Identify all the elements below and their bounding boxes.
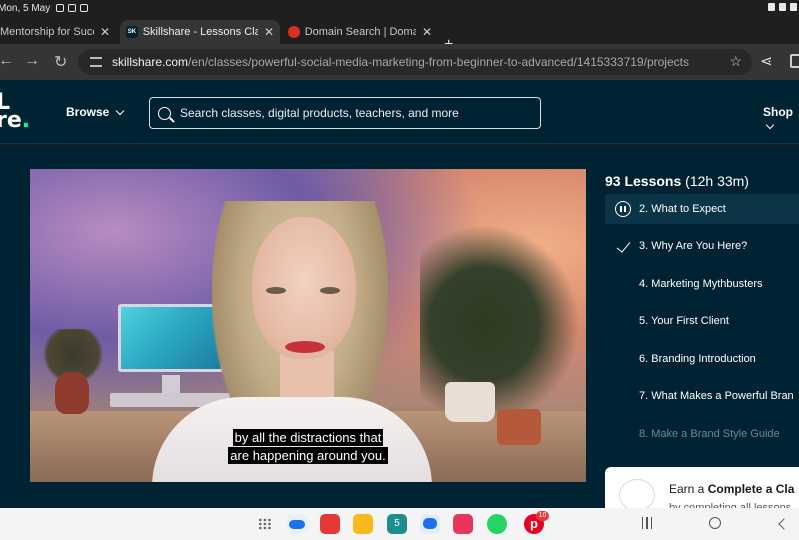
chat-icon[interactable]	[420, 514, 440, 534]
certificate-bold: Complete a Cla	[707, 482, 795, 496]
url-path: /en/classes/powerful-social-media-market…	[188, 55, 689, 69]
class-page: by all the distractions that are happeni…	[0, 145, 799, 527]
lesson-item-4[interactable]: 4. Marketing Mythbusters	[605, 269, 799, 299]
search-input[interactable]: Search classes, digital products, teache…	[149, 97, 541, 129]
certificate-icon	[619, 479, 655, 511]
logo-bottom-text: re	[0, 108, 22, 133]
shop-label: Shop	[763, 105, 793, 119]
screen: Mon, 5 May Mentorship for Success | ✕ SK…	[0, 0, 799, 540]
lesson-label: 4. Marketing Mythbusters	[639, 278, 763, 290]
taskbar: 5 p 10	[0, 508, 799, 540]
snapchat-icon	[80, 4, 89, 12]
video-presenter-eye	[320, 287, 340, 294]
lesson-label: 7. What Makes a Powerful Bran	[639, 390, 794, 402]
share-icon[interactable]: ⋖	[760, 52, 773, 70]
search-icon	[158, 106, 171, 120]
lesson-label: 5. Your First Client	[639, 315, 729, 327]
lesson-item-2[interactable]: 2. What to Expect	[605, 194, 799, 224]
browse-menu-button[interactable]: Browse	[66, 105, 125, 119]
bookmark-star-icon[interactable]: ☆	[729, 53, 742, 70]
tab-title: Skillshare - Lessons Clas	[142, 26, 258, 38]
status-bar: Mon, 5 May	[0, 0, 799, 16]
lesson-item-6[interactable]: 6. Branding Introduction	[605, 344, 799, 374]
apps-grid-icon[interactable]	[258, 518, 272, 530]
whatsapp-icon[interactable]	[487, 514, 507, 534]
forward-icon[interactable]: →	[24, 52, 40, 70]
lesson-item-7[interactable]: 7. What Makes a Powerful Bran	[605, 381, 799, 411]
url-field[interactable]: skillshare.com/en/classes/powerful-socia…	[78, 49, 752, 75]
lesson-label: 8. Make a Brand Style Guide	[639, 428, 780, 440]
pause-icon	[615, 201, 631, 217]
domain-favicon-icon	[288, 26, 300, 38]
recents-icon[interactable]	[642, 517, 652, 529]
chevron-down-icon	[116, 106, 125, 115]
certificate-prefix: Earn a	[669, 482, 708, 496]
tab-title: Domain Search | Domain	[304, 26, 416, 38]
caption-line: are happening around you.	[228, 447, 388, 464]
chevron-down-icon	[765, 120, 775, 130]
lessons-count: 93 Lessons	[605, 173, 682, 189]
shop-menu-button[interactable]: Shop	[763, 105, 799, 133]
skillshare-logo[interactable]: L re.	[0, 92, 31, 133]
close-icon[interactable]: ✕	[422, 25, 432, 39]
search-placeholder: Search classes, digital products, teache…	[180, 106, 459, 120]
tab-title: Mentorship for Success |	[0, 26, 94, 38]
gallery-icon[interactable]	[453, 514, 473, 534]
back-nav-icon[interactable]	[778, 518, 790, 530]
certificate-title: Earn a Complete a Cla	[669, 482, 794, 496]
video-scene-pot	[445, 382, 495, 422]
snapchat-icon	[68, 4, 77, 12]
lesson-item-5[interactable]: 5. Your First Client	[605, 306, 799, 336]
browse-label: Browse	[66, 105, 110, 119]
url-host: skillshare.com	[112, 55, 189, 69]
address-bar: ← → ↻ skillshare.com/en/classes/powerful…	[0, 44, 799, 80]
lessons-heading: 93 Lessons (12h 33m)	[605, 173, 749, 189]
folder-icon[interactable]	[353, 514, 373, 534]
video-scene-houseplant	[420, 224, 580, 424]
instagram-icon	[56, 4, 65, 12]
video-scene-monitor-stand	[162, 375, 180, 395]
lesson-item-8[interactable]: 8. Make a Brand Style Guide	[605, 419, 799, 449]
tab-mentorship[interactable]: Mentorship for Success | ✕	[0, 20, 116, 44]
battery-icon	[779, 3, 786, 11]
video-scene-monitor	[118, 304, 224, 372]
logo-dot: .	[21, 108, 31, 133]
back-icon[interactable]: ←	[0, 52, 14, 70]
notification-badge: 10	[536, 511, 549, 521]
notes-icon[interactable]	[320, 514, 340, 534]
cloud-icon[interactable]	[287, 514, 307, 534]
video-scene-vase	[55, 372, 89, 414]
calendar-icon[interactable]: 5	[387, 514, 407, 534]
video-player[interactable]: by all the distractions that are happeni…	[30, 169, 586, 482]
notification-icons	[56, 4, 89, 12]
extensions-icon[interactable]	[790, 54, 799, 68]
tab-domain-search[interactable]: Domain Search | Domain ✕	[282, 20, 438, 44]
video-caption: by all the distractions that are happeni…	[30, 429, 586, 465]
lesson-label: 3. Why Are You Here?	[639, 240, 748, 252]
video-presenter-lips	[285, 341, 325, 353]
close-icon[interactable]: ✕	[264, 25, 274, 39]
system-status-icons	[768, 3, 797, 11]
lesson-item-3[interactable]: 3. Why Are You Here?	[605, 231, 799, 261]
lessons-duration: (12h 33m)	[685, 173, 749, 189]
alarm-icon	[768, 3, 775, 11]
caption-line: by all the distractions that	[232, 429, 384, 446]
status-time: Mon, 5 May	[0, 2, 51, 14]
tab-skillshare[interactable]: SK Skillshare - Lessons Clas ✕	[120, 20, 280, 44]
lesson-label: 6. Branding Introduction	[639, 353, 756, 365]
home-icon[interactable]	[709, 517, 721, 529]
tab-bar: Mentorship for Success | ✕ SK Skillshare…	[0, 16, 799, 53]
close-icon[interactable]: ✕	[100, 25, 110, 39]
site-header: L re. Browse Search classes, digital pro…	[0, 80, 799, 144]
skillshare-favicon-icon: SK	[126, 26, 138, 38]
lesson-label: 2. What to Expect	[639, 203, 726, 215]
reload-icon[interactable]: ↻	[54, 52, 67, 72]
site-settings-icon[interactable]	[90, 57, 102, 67]
video-presenter-eye	[266, 287, 286, 294]
wifi-icon	[790, 3, 797, 11]
check-icon	[615, 238, 631, 254]
